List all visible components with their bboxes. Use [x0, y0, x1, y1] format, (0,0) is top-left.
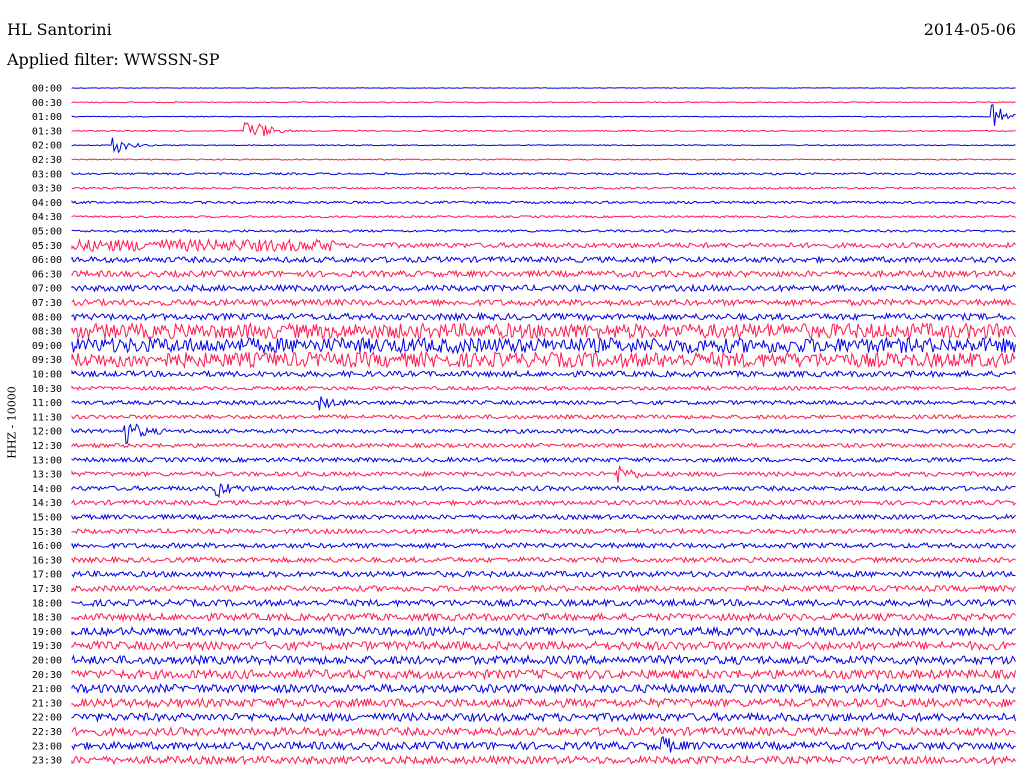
- trace-line: [71, 668, 1016, 681]
- row-time-label: 13:30: [32, 470, 62, 481]
- row-time-label: 07:00: [32, 284, 62, 295]
- trace-line: [71, 350, 1016, 370]
- trace-line: [71, 611, 1016, 623]
- row-time-label: 20:30: [32, 670, 62, 681]
- row-time-label: 01:00: [32, 112, 62, 123]
- row-time-label: 09:30: [32, 355, 62, 366]
- row-time-label: 23:00: [32, 741, 62, 752]
- trace-line: [71, 584, 1016, 594]
- trace-line: [71, 283, 1016, 293]
- row-time-label: 17:30: [32, 584, 62, 595]
- trace-line: [71, 335, 1016, 355]
- helicorder-plot: 00:00 00:30 01:00 01:30 02:00 02:30 03:00 03:30…: [32, 84, 1016, 767]
- trace-line: [71, 555, 1016, 565]
- trace-line: [71, 754, 1016, 766]
- row-time-label: 00:30: [32, 98, 62, 109]
- trace-line: [71, 696, 1016, 709]
- trace-line: [71, 255, 1016, 265]
- trace-line: [71, 498, 1016, 507]
- row-time-label: 18:30: [32, 613, 62, 624]
- row-time-label: 21:00: [32, 684, 62, 695]
- trace-line: [71, 654, 1016, 667]
- trace-line: [71, 311, 1016, 322]
- trace-line: [71, 228, 1016, 234]
- trace-line: [71, 297, 1016, 308]
- trace-line: [71, 137, 1016, 154]
- row-time-label: 11:30: [32, 412, 62, 423]
- row-time-label: 22:00: [32, 713, 62, 724]
- row-time-label: 17:00: [32, 570, 62, 581]
- row-time-label: 00:00: [32, 84, 62, 95]
- row-time-label: 21:30: [32, 698, 62, 709]
- row-time-label: 11:00: [32, 398, 62, 409]
- trace-line: [71, 385, 1016, 392]
- row-time-label: 20:00: [32, 656, 62, 667]
- row-time-label: 16:00: [32, 541, 62, 552]
- trace-line: [71, 214, 1016, 219]
- row-time-label: 12:30: [32, 441, 62, 452]
- row-time-label: 04:00: [32, 198, 62, 209]
- trace-line: [71, 321, 1016, 340]
- trace-line: [71, 735, 1016, 753]
- row-time-label: 06:00: [32, 255, 62, 266]
- trace-line: [71, 200, 1016, 205]
- row-time-label: 02:00: [32, 141, 62, 152]
- trace-line: [71, 569, 1016, 579]
- row-time-label: 03:00: [32, 169, 62, 180]
- trace-line: [71, 513, 1016, 521]
- row-time-label: 08:30: [32, 327, 62, 338]
- trace-line: [71, 101, 1016, 104]
- trace-line: [71, 639, 1016, 652]
- row-time-label: 01:30: [32, 126, 62, 137]
- row-time-label: 02:30: [32, 155, 62, 166]
- trace-line: [71, 396, 1016, 411]
- row-time-label: 08:00: [32, 312, 62, 323]
- row-time-label: 07:30: [32, 298, 62, 309]
- trace-line: [71, 527, 1016, 535]
- row-time-label: 03:30: [32, 184, 62, 195]
- trace-line: [71, 465, 1016, 483]
- trace-line: [71, 186, 1016, 190]
- row-time-label: 06:30: [32, 269, 62, 280]
- trace-line: [71, 711, 1016, 723]
- row-time-label: 15:00: [32, 513, 62, 524]
- row-time-label: 22:30: [32, 727, 62, 738]
- row-time-label: 14:00: [32, 484, 62, 495]
- trace-line: [71, 456, 1016, 464]
- row-time-label: 10:30: [32, 384, 62, 395]
- trace-line: [71, 369, 1016, 379]
- trace-line: [71, 682, 1016, 695]
- row-time-label: 05:00: [32, 227, 62, 238]
- trace-line: [71, 87, 1016, 89]
- row-time-label: 19:00: [32, 627, 62, 638]
- trace-line: [71, 171, 1016, 176]
- trace-line: [71, 269, 1016, 279]
- trace-line: [71, 483, 1016, 499]
- row-time-label: 04:30: [32, 212, 62, 223]
- trace-line: [71, 413, 1016, 421]
- row-time-label: 13:00: [32, 455, 62, 466]
- trace-line: [71, 121, 1016, 137]
- trace-line: [71, 237, 1016, 253]
- row-time-label: 09:00: [32, 341, 62, 352]
- row-time-label: 14:30: [32, 498, 62, 509]
- trace-line: [71, 158, 1016, 161]
- row-time-label: 05:30: [32, 241, 62, 252]
- row-time-label: 19:30: [32, 641, 62, 652]
- trace-line: [71, 725, 1016, 738]
- trace-line: [71, 442, 1016, 449]
- trace-line: [71, 625, 1016, 638]
- trace-line: [71, 597, 1016, 608]
- trace-line: [71, 104, 1016, 126]
- trace-line: [71, 541, 1016, 550]
- row-time-label: 16:30: [32, 555, 62, 566]
- row-time-label: 12:00: [32, 427, 62, 438]
- row-time-label: 18:00: [32, 598, 62, 609]
- row-time-label: 15:30: [32, 527, 62, 538]
- row-time-label: 23:30: [32, 756, 62, 767]
- trace-line: [71, 423, 1016, 445]
- row-time-label: 10:00: [32, 370, 62, 381]
